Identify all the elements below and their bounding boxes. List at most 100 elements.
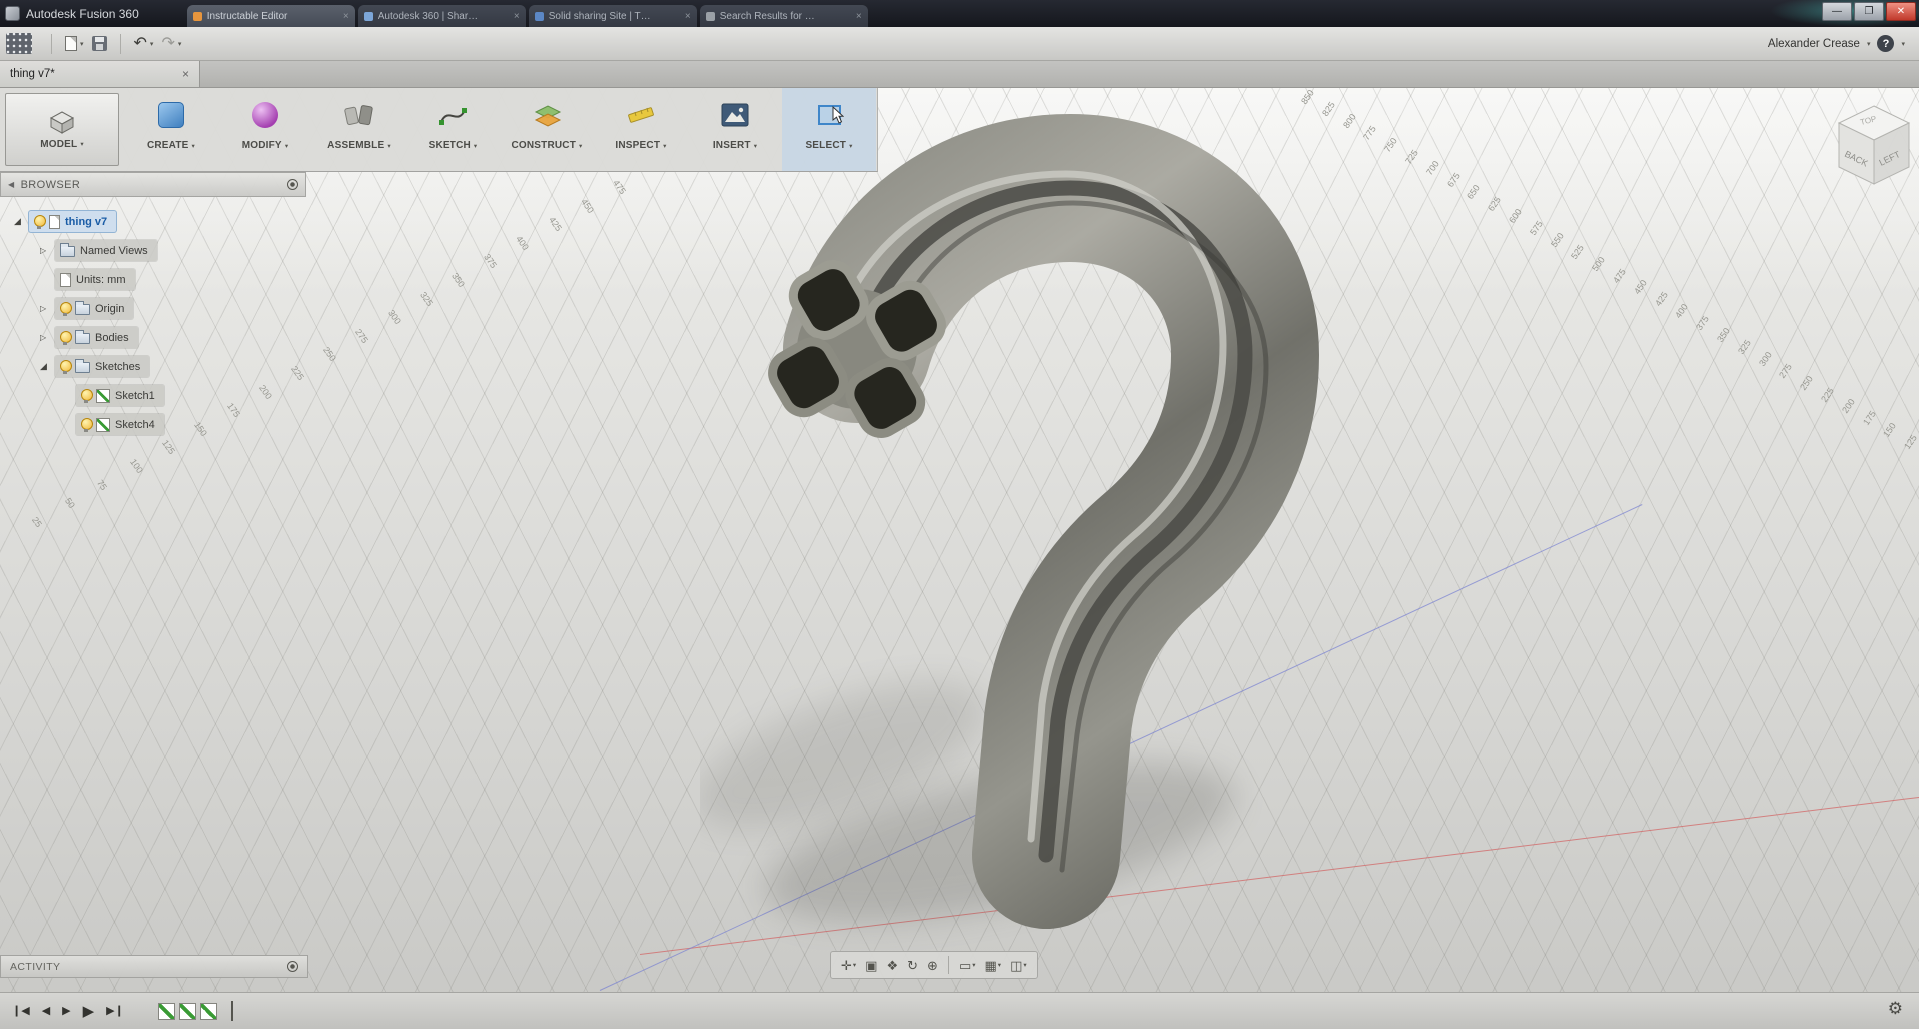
- browser-node-sketch4[interactable]: Sketch4: [0, 410, 306, 439]
- settings-gear-icon[interactable]: ⚙: [1888, 999, 1903, 1019]
- browser-node-origin[interactable]: ▷ Origin: [0, 294, 306, 323]
- ribbon-menu-insert[interactable]: INSERT▾: [688, 88, 782, 171]
- browser-node-sketches[interactable]: ◢ Sketches: [0, 352, 306, 381]
- pan-hand-button[interactable]: ❖: [883, 957, 901, 974]
- expand-toggle-icon[interactable]: ◢: [40, 361, 55, 372]
- browser-panel-header[interactable]: ◀ BROWSER: [0, 172, 306, 197]
- document-tab-thing-v7[interactable]: thing v7* ×: [0, 61, 200, 87]
- pan-icon: ✛: [841, 959, 852, 972]
- browser-tab[interactable]: Search Results for … ×: [700, 5, 868, 27]
- grid-and-snaps-button[interactable]: ▦ ▾: [982, 957, 1005, 974]
- timeline-sketch-feature[interactable]: [179, 1003, 196, 1020]
- timeline-step-back-button[interactable]: ◀: [42, 1006, 50, 1017]
- redo-icon: ↷: [161, 36, 174, 52]
- fit-button[interactable]: ▣: [862, 957, 880, 974]
- close-button[interactable]: ✕: [1886, 2, 1916, 21]
- timeline-play-button[interactable]: ▶: [83, 1004, 95, 1019]
- browser-tab[interactable]: Solid sharing Site | T… ×: [529, 5, 697, 27]
- ribbon-menu-modify[interactable]: MODIFY▾: [218, 88, 312, 171]
- activity-panel-header[interactable]: ACTIVITY: [0, 955, 308, 978]
- construct-icon: [532, 101, 562, 129]
- visibility-lightbulb-icon[interactable]: [81, 389, 91, 403]
- model-workspace-icon: [49, 110, 75, 134]
- view-cube[interactable]: TOP BACK LEFT: [1828, 98, 1919, 194]
- ribbon-menu-create[interactable]: CREATE▾: [124, 88, 218, 171]
- browser-node-sketch1[interactable]: Sketch1: [0, 381, 306, 410]
- minimize-button[interactable]: —: [1822, 2, 1852, 21]
- document-tab-label: thing v7*: [10, 68, 55, 80]
- visibility-lightbulb-icon[interactable]: [81, 418, 91, 432]
- app-title: Autodesk Fusion 360: [26, 7, 139, 21]
- fit-icon: ▣: [865, 959, 877, 972]
- pan-hand-icon: ❖: [886, 959, 898, 972]
- timeline-sketch-feature[interactable]: [158, 1003, 175, 1020]
- tab-close-icon[interactable]: ×: [343, 11, 349, 22]
- expand-toggle-icon[interactable]: ▷: [40, 304, 55, 313]
- panel-options-icon[interactable]: [287, 961, 298, 972]
- pan-button[interactable]: ✛ ▾: [838, 957, 859, 974]
- chevron-down-icon: ▾: [80, 140, 83, 148]
- chevron-down-icon: ▾: [192, 142, 195, 150]
- ribbon-menu-select[interactable]: SELECT▾: [782, 88, 876, 171]
- timeline-go-to-start-button[interactable]: ❙◀: [12, 1006, 30, 1017]
- chevron-down-icon: ▾: [474, 142, 477, 150]
- redo-button[interactable]: ↷ ▾: [161, 36, 181, 52]
- timeline-position-marker[interactable]: [231, 1001, 233, 1021]
- chevron-down-icon: ▾: [849, 142, 852, 150]
- browser-node-units[interactable]: Units: mm: [0, 265, 306, 294]
- chevron-down-icon: ▾: [972, 961, 975, 969]
- timeline-sketch-feature[interactable]: [200, 1003, 217, 1020]
- help-button[interactable]: ?: [1877, 35, 1894, 52]
- tab-close-icon[interactable]: ×: [685, 11, 691, 22]
- browser-node-root[interactable]: ◢ thing v7: [0, 207, 306, 236]
- visibility-lightbulb-icon[interactable]: [34, 215, 44, 229]
- quick-access-toolbar: ▾ ↶ ▾ ↷ ▾ Alexander Crease ▾ ? ▾: [0, 27, 1919, 61]
- app-grid-icon[interactable]: [6, 33, 32, 54]
- separator: [948, 956, 949, 974]
- workspace-switcher[interactable]: MODEL▾: [0, 88, 124, 171]
- browser-node-bodies[interactable]: ▷ Bodies: [0, 323, 306, 352]
- ribbon-menu-construct[interactable]: CONSTRUCT▾: [500, 88, 594, 171]
- save-button[interactable]: [92, 36, 107, 51]
- chevron-down-icon: ▾: [285, 142, 288, 150]
- model-body[interactable]: [700, 100, 1340, 950]
- browser-panel-title: BROWSER: [21, 179, 81, 191]
- orbit-button[interactable]: ↻: [904, 957, 921, 974]
- timeline-go-to-end-button[interactable]: ▶❙: [106, 1006, 124, 1017]
- expand-toggle-icon[interactable]: ▷: [40, 333, 55, 342]
- collapse-panel-icon[interactable]: ◀: [8, 180, 15, 189]
- viewports-button[interactable]: ◫ ▾: [1007, 957, 1030, 974]
- expand-toggle-icon[interactable]: ▷: [40, 246, 55, 255]
- document-tab-close-icon[interactable]: ×: [182, 67, 189, 81]
- file-menu-button[interactable]: ▾: [65, 36, 84, 51]
- browser-tab[interactable]: Instructable Editor ×: [187, 5, 355, 27]
- timeline-step-forward-button[interactable]: ▶: [62, 1006, 70, 1017]
- assemble-icon: [344, 102, 374, 128]
- node-label: Named Views: [80, 245, 148, 257]
- node-label: Sketches: [95, 361, 140, 373]
- browser-tab[interactable]: Autodesk 360 | Shar… ×: [358, 5, 526, 27]
- undo-button[interactable]: ↶ ▾: [134, 36, 154, 52]
- visibility-lightbulb-icon[interactable]: [60, 331, 70, 345]
- document-tab-bar: thing v7* ×: [0, 61, 1919, 88]
- tab-close-icon[interactable]: ×: [514, 11, 520, 22]
- maximize-button[interactable]: ❐: [1854, 2, 1884, 21]
- display-settings-button[interactable]: ▭ ▾: [956, 957, 979, 974]
- title-bar: Autodesk Fusion 360 Instructable Editor …: [0, 0, 1919, 27]
- app-icon: [5, 6, 20, 21]
- tab-close-icon[interactable]: ×: [856, 11, 862, 22]
- expand-toggle-icon[interactable]: ◢: [14, 216, 29, 227]
- zoom-button[interactable]: ⊕: [924, 957, 941, 974]
- visibility-lightbulb-icon[interactable]: [60, 302, 70, 316]
- background-browser-tabs: Instructable Editor × Autodesk 360 | Sha…: [187, 5, 868, 27]
- ribbon-menu-assemble[interactable]: ASSEMBLE▾: [312, 88, 406, 171]
- fusion360-window: 8508258007757507257006756506256005755505…: [0, 0, 1919, 1029]
- panel-options-icon[interactable]: [287, 179, 298, 190]
- browser-node-named-views[interactable]: ▷ Named Views: [0, 236, 306, 265]
- ribbon-menu-inspect[interactable]: INSPECT▾: [594, 88, 688, 171]
- chevron-down-icon: ▾: [1023, 961, 1026, 969]
- viewports-icon: ◫: [1010, 959, 1022, 972]
- user-account-menu[interactable]: Alexander Crease: [1768, 38, 1860, 50]
- ribbon-menu-sketch[interactable]: SKETCH▾: [406, 88, 500, 171]
- visibility-lightbulb-icon[interactable]: [60, 360, 70, 374]
